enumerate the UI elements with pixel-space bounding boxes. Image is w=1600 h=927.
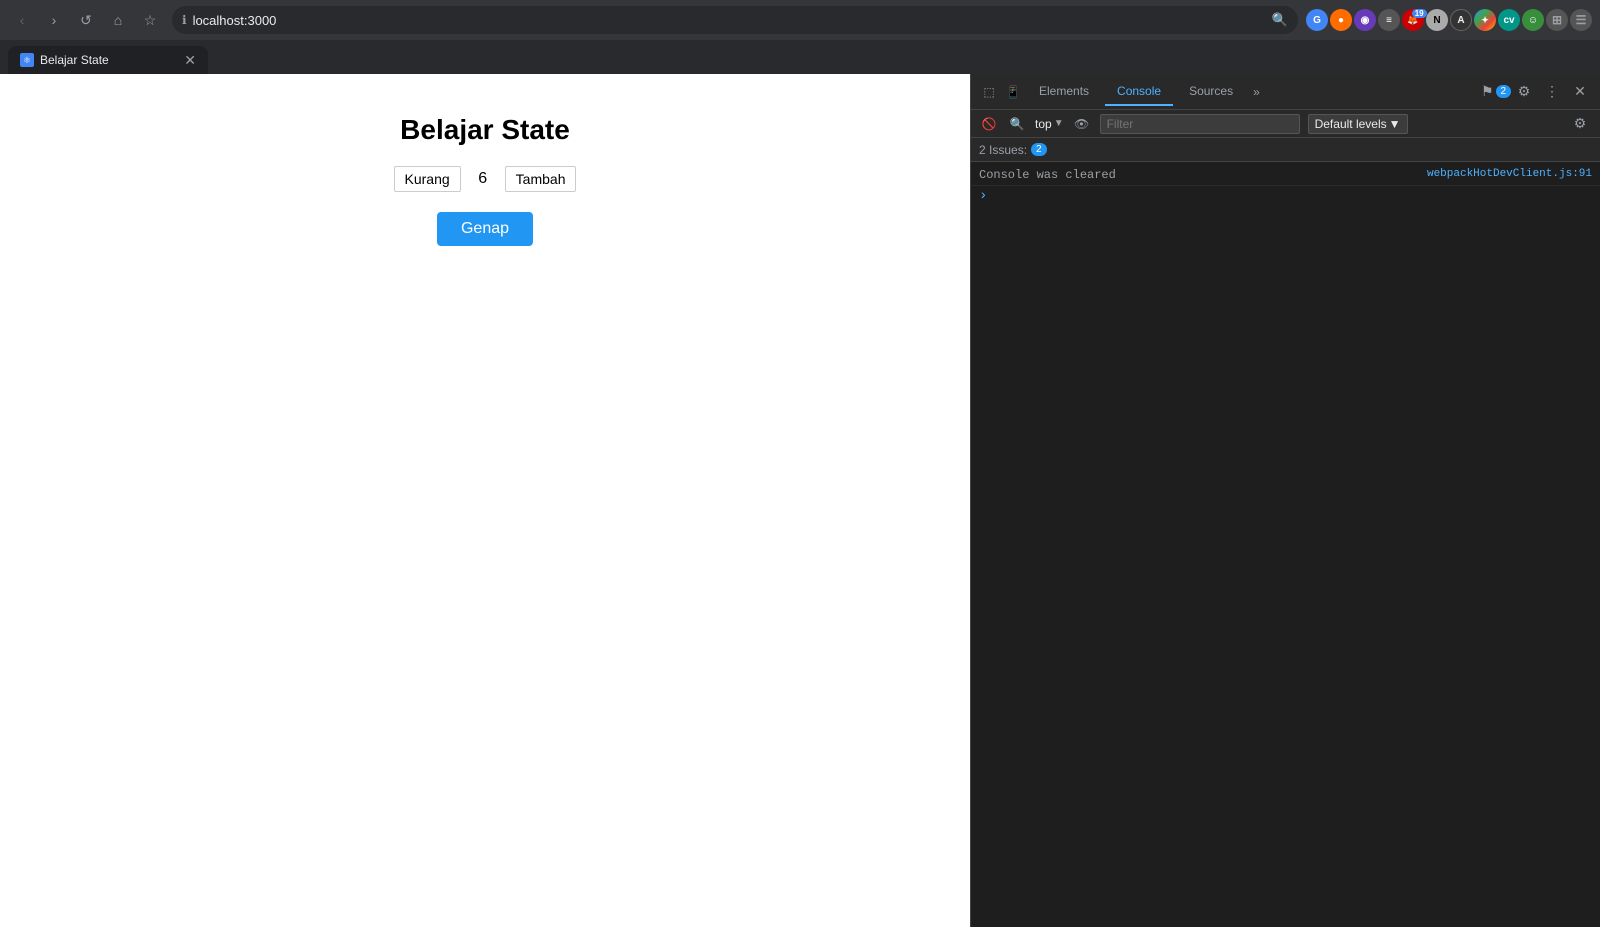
ext-icon8[interactable]: ✦ [1474, 9, 1496, 31]
level-arrow-icon: ▼ [1389, 117, 1401, 131]
console-prompt-icon: › [979, 188, 987, 204]
devtools-more-icon[interactable]: ⋮ [1540, 80, 1564, 104]
console-toolbar: 🚫 🔍 top ▼ 👁 Default levels ▼ ⚙ [971, 110, 1600, 138]
tab-title: Belajar State [40, 53, 174, 67]
title-bar: ‹ › ↺ ⌂ ☆ ℹ localhost:3000 🔍 G ● ◉ ≡ 🦊 1… [0, 0, 1600, 40]
lock-icon: ℹ [182, 13, 187, 27]
main-layout: Belajar State Kurang 6 Tambah Genap ⬚ 📱 … [0, 74, 1600, 927]
level-selector[interactable]: Default levels ▼ [1308, 114, 1408, 134]
browser-viewport: Belajar State Kurang 6 Tambah Genap [0, 74, 970, 927]
counter-row: Kurang 6 Tambah [394, 166, 577, 192]
ext-icon2[interactable]: ● [1330, 9, 1352, 31]
console-filter-icon[interactable]: 🔍 [1007, 114, 1027, 134]
tambah-button[interactable]: Tambah [505, 166, 577, 192]
issues-label: 2 Issues: [979, 143, 1027, 157]
tab-sources[interactable]: Sources [1177, 78, 1245, 106]
ext-icon4[interactable]: ≡ [1378, 9, 1400, 31]
reload-button[interactable]: ↺ [72, 6, 100, 34]
browser-window: ‹ › ↺ ⌂ ☆ ℹ localhost:3000 🔍 G ● ◉ ≡ 🦊 1… [0, 0, 1600, 927]
devtools-close-icon[interactable]: ✕ [1568, 80, 1592, 104]
context-selector[interactable]: top ▼ [1035, 117, 1064, 131]
toolbar-icons: G ● ◉ ≡ 🦊 19 N A ✦ cv ☺ ⊞ ☰ [1306, 9, 1592, 31]
console-eye-icon[interactable]: 👁 [1072, 114, 1092, 134]
issues-count-badge: 2 [1031, 143, 1047, 156]
ext-menu[interactable]: ☰ [1570, 9, 1592, 31]
console-entry: Console was cleared webpackHotDevClient.… [971, 166, 1600, 186]
devtools-device-icon[interactable]: 📱 [1003, 82, 1023, 102]
forward-button[interactable]: › [40, 6, 68, 34]
genap-button[interactable]: Genap [437, 212, 533, 246]
console-filter-input[interactable] [1100, 114, 1300, 134]
ext-icon7[interactable]: A [1450, 9, 1472, 31]
console-clear-icon[interactable]: 🚫 [979, 114, 999, 134]
issues-badge: 2 [1496, 85, 1512, 98]
address-bar[interactable]: ℹ localhost:3000 🔍 [172, 6, 1298, 34]
ext-icon3[interactable]: ◉ [1354, 9, 1376, 31]
page-title: Belajar State [400, 114, 570, 146]
ext-icon6[interactable]: N [1426, 9, 1448, 31]
ext-google[interactable]: G [1306, 9, 1328, 31]
kurang-button[interactable]: Kurang [394, 166, 461, 192]
counter-value: 6 [473, 170, 493, 188]
back-button[interactable]: ‹ [8, 6, 36, 34]
tab-close-icon[interactable]: ✕ [184, 52, 196, 69]
ext-icon9[interactable]: cv [1498, 9, 1520, 31]
ext-icon10[interactable]: ☺ [1522, 9, 1544, 31]
ext-icon5[interactable]: 🦊 19 [1402, 9, 1424, 31]
tab-more-icon[interactable]: » [1249, 81, 1264, 103]
devtools-panel: ⬚ 📱 Elements Console Sources » ⚑ 2 ⚙ ⋮ ✕ [970, 74, 1600, 927]
console-input-row: › [971, 186, 1600, 206]
level-label: Default levels [1315, 117, 1387, 131]
tab-favicon: ⚛ [20, 53, 34, 67]
devtools-inspect-icon[interactable]: ⬚ [979, 82, 999, 102]
issues-icon: ⚑ [1481, 83, 1494, 100]
devtools-icons-right: ⚑ 2 ⚙ ⋮ ✕ [1484, 80, 1592, 104]
browser-tab[interactable]: ⚛ Belajar State ✕ [8, 46, 208, 74]
console-output[interactable]: Console was cleared webpackHotDevClient.… [971, 162, 1600, 927]
console-cleared-text: Console was cleared [979, 168, 1427, 182]
tab-bar: ⚛ Belajar State ✕ [0, 40, 1600, 74]
console-entry-source[interactable]: webpackHotDevClient.js:91 [1427, 168, 1592, 180]
context-label: top [1035, 117, 1052, 131]
ext-puzzle[interactable]: ⊞ [1546, 9, 1568, 31]
devtools-settings-icon[interactable]: ⚙ [1512, 80, 1536, 104]
home-button[interactable]: ⌂ [104, 6, 132, 34]
bookmark-button[interactable]: ☆ [136, 6, 164, 34]
search-icon: 🔍 [1272, 12, 1288, 28]
context-arrow-icon: ▼ [1054, 118, 1064, 129]
address-text: localhost:3000 [193, 13, 1266, 28]
tab-elements[interactable]: Elements [1027, 78, 1101, 106]
console-settings-icon[interactable]: ⚙ [1568, 112, 1592, 136]
tab-console[interactable]: Console [1105, 78, 1173, 106]
issues-tab[interactable]: ⚑ 2 [1484, 80, 1508, 104]
issues-bar: 2 Issues: 2 [971, 138, 1600, 162]
devtools-toolbar: ⬚ 📱 Elements Console Sources » ⚑ 2 ⚙ ⋮ ✕ [971, 74, 1600, 110]
